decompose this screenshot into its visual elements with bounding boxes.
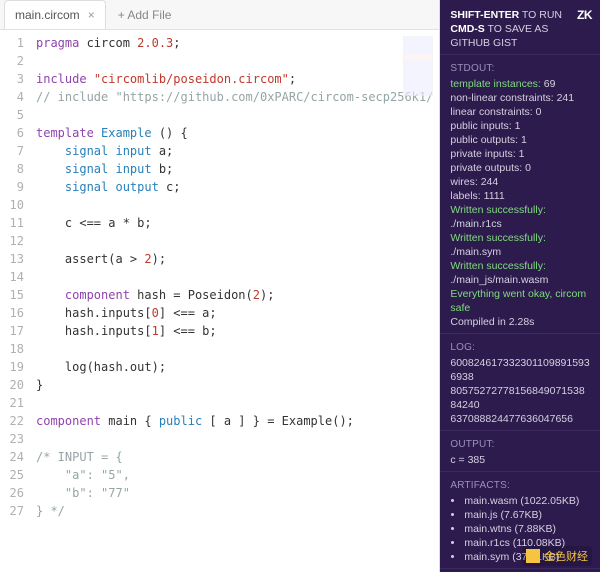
code-line[interactable]: "a": "5", xyxy=(36,466,433,484)
watermark-text: 金色财经 xyxy=(544,548,588,564)
log-section: LOG: 6008246173323011098915936938 805752… xyxy=(440,334,600,431)
code-line[interactable]: template Example () { xyxy=(36,124,433,142)
line-gutter: 1234567891011121314151617181920212223242… xyxy=(0,30,30,572)
stdout-line: linear constraints: 0 xyxy=(450,105,590,119)
stdout-line: ./main_js/main.wasm xyxy=(450,273,590,287)
stdout-line: non-linear constraints: 241 xyxy=(450,91,590,105)
code-line[interactable]: // include "https://github.com/0xPARC/ci… xyxy=(36,88,433,106)
code-line[interactable]: component main { public [ a ] } = Exampl… xyxy=(36,412,433,430)
output-head: OUTPUT: xyxy=(450,439,590,450)
artifact-item[interactable]: main.wasm (1022.05KB) xyxy=(464,494,590,508)
close-icon[interactable]: × xyxy=(88,8,95,22)
code-line[interactable]: component hash = Poseidon(2); xyxy=(36,286,433,304)
code-line[interactable]: include "circomlib/poseidon.circom"; xyxy=(36,70,433,88)
stdout-line: Written successfully: xyxy=(450,259,590,273)
code-line[interactable]: } xyxy=(36,376,433,394)
code-line[interactable] xyxy=(36,394,433,412)
stdout-line: private inputs: 1 xyxy=(450,147,590,161)
output-panel: ZK SHIFT-ENTER TO RUN CMD-S TO SAVE AS G… xyxy=(440,0,600,572)
code-line[interactable]: "b": "77" xyxy=(36,484,433,502)
code-line[interactable]: } */ xyxy=(36,502,433,520)
code-line[interactable] xyxy=(36,106,433,124)
stdout-line: public outputs: 1 xyxy=(450,133,590,147)
code-line[interactable]: signal input b; xyxy=(36,160,433,178)
code-editor[interactable]: 1234567891011121314151617181920212223242… xyxy=(0,30,439,572)
code-line[interactable]: log(hash.out); xyxy=(36,358,433,376)
code-line[interactable]: assert(a > 2); xyxy=(36,250,433,268)
code-line[interactable] xyxy=(36,430,433,448)
stdout-head: STDOUT: xyxy=(450,63,590,74)
output-section: OUTPUT: c = 385 xyxy=(440,431,600,472)
code-line[interactable] xyxy=(36,52,433,70)
artifacts-head: ARTIFACTS: xyxy=(450,480,590,491)
shortcut-save: CMD-S xyxy=(450,23,484,35)
stdout-line: private outputs: 0 xyxy=(450,161,590,175)
code-line[interactable]: hash.inputs[1] <== b; xyxy=(36,322,433,340)
code-line[interactable]: signal output c; xyxy=(36,178,433,196)
stdout-line: labels: 1111 xyxy=(450,189,590,203)
code-line[interactable] xyxy=(36,196,433,214)
stdout-section: STDOUT: template instances: 69non-linear… xyxy=(440,55,600,334)
output-value: c = 385 xyxy=(450,453,590,467)
add-file-button[interactable]: + Add File xyxy=(106,8,184,22)
watermark: 金色财经 xyxy=(522,546,592,566)
minimap[interactable] xyxy=(403,36,433,96)
shortcut-run: SHIFT-ENTER xyxy=(450,9,519,21)
artifact-item[interactable]: main.js (7.67KB) xyxy=(464,508,590,522)
code-line[interactable]: hash.inputs[0] <== a; xyxy=(36,304,433,322)
artifact-item[interactable]: main.wtns (7.88KB) xyxy=(464,522,590,536)
stdout-line: Everything went okay, circom safe xyxy=(450,287,590,315)
log-head: LOG: xyxy=(450,342,590,353)
editor-pane: main.circom × + Add File 123456789101112… xyxy=(0,0,440,572)
stdout-line: Written successfully: ./main.sym xyxy=(450,231,590,259)
stdout-line: wires: 244 xyxy=(450,175,590,189)
file-tab-label: main.circom xyxy=(15,8,80,22)
watermark-icon xyxy=(526,549,540,563)
code-line[interactable] xyxy=(36,232,433,250)
stdout-line: template instances: 69 xyxy=(450,77,590,91)
zk-logo: ZK xyxy=(577,8,592,22)
file-tab[interactable]: main.circom × xyxy=(4,0,106,29)
stdout-line: Compiled in 2.28s xyxy=(450,315,590,329)
log-line: 6008246173323011098915936938 xyxy=(450,356,590,384)
code-line[interactable] xyxy=(36,340,433,358)
code-content[interactable]: pragma circom 2.0.3; include "circomlib/… xyxy=(30,30,439,572)
code-line[interactable]: signal input a; xyxy=(36,142,433,160)
code-line[interactable]: /* INPUT = { xyxy=(36,448,433,466)
log-line: 637088824477636047656 xyxy=(450,412,590,426)
code-line[interactable]: c <== a * b; xyxy=(36,214,433,232)
code-line[interactable]: pragma circom 2.0.3; xyxy=(36,34,433,52)
code-line[interactable] xyxy=(36,268,433,286)
tab-bar: main.circom × + Add File xyxy=(0,0,439,30)
stdout-line: Written successfully: ./main.r1cs xyxy=(450,203,590,231)
log-line: 8057527277815684907153884240 xyxy=(450,384,590,412)
stdout-line: public inputs: 1 xyxy=(450,119,590,133)
